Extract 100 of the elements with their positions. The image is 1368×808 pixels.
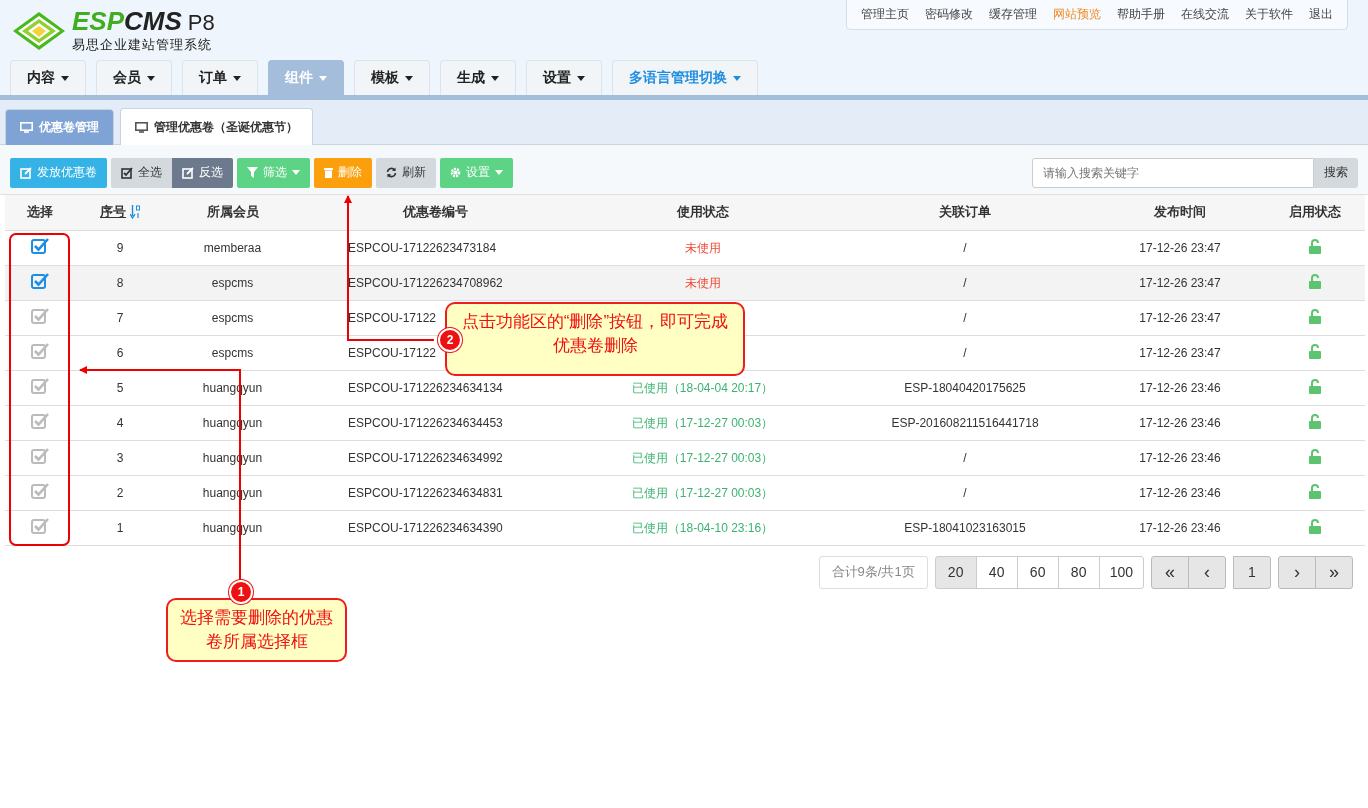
- column-header: 关联订单: [939, 204, 991, 220]
- unlocked-icon[interactable]: [1309, 448, 1321, 464]
- search-button[interactable]: 搜索: [1314, 157, 1358, 188]
- checkbox[interactable]: [31, 447, 49, 465]
- top-link[interactable]: 关于软件: [1237, 6, 1301, 23]
- checkbox[interactable]: [31, 412, 49, 430]
- caret-icon: [577, 75, 585, 81]
- previous-page-button[interactable]: ‹: [1188, 555, 1226, 589]
- brand-name: ESPCMS: [72, 8, 182, 34]
- checkbox[interactable]: [31, 272, 49, 290]
- table-cell: ESPCOU-171226234634992: [348, 450, 503, 465]
- nav-menu-tab[interactable]: 订单: [182, 60, 258, 95]
- table-cell: /: [963, 485, 967, 500]
- table-cell: 1: [116, 520, 124, 535]
- filter-icon: [247, 167, 258, 178]
- status-text: 已使用（17-12-27 00:03）: [631, 485, 774, 500]
- table-cell: ESP-201608211516441718: [891, 415, 1039, 430]
- checkbox-icon: [121, 166, 133, 179]
- table-cell: 17-12-26 23:47: [1139, 345, 1221, 360]
- table-cell: /: [963, 450, 967, 465]
- caret-icon: [733, 75, 741, 81]
- table-cell: 6: [116, 345, 124, 360]
- caret-icon: [495, 170, 503, 175]
- unlocked-icon[interactable]: [1309, 483, 1321, 499]
- page-size-button[interactable]: 40: [975, 555, 1018, 589]
- column-header: 发布时间: [1154, 204, 1206, 220]
- step-number: 1: [229, 580, 253, 604]
- caret-icon: [319, 75, 327, 81]
- top-link[interactable]: 退出: [1301, 6, 1341, 23]
- checkbox[interactable]: [31, 482, 49, 500]
- checkbox[interactable]: [31, 237, 49, 255]
- status-text: 未使用: [684, 240, 721, 255]
- page-button[interactable]: 1: [1233, 555, 1271, 589]
- top-link[interactable]: 管理主页: [853, 6, 917, 23]
- checkbox[interactable]: [31, 342, 49, 360]
- first-page-button[interactable]: «: [1151, 555, 1189, 589]
- page-size-button[interactable]: 20: [934, 555, 977, 589]
- table-cell: 17-12-26 23:46: [1139, 485, 1221, 500]
- sort-icon[interactable]: [130, 205, 140, 220]
- search-field[interactable]: 请输入搜索关键字: [1032, 157, 1314, 188]
- table-cell: 17-12-26 23:46: [1139, 380, 1221, 395]
- page-size-button[interactable]: 80: [1057, 555, 1100, 589]
- table-cell: 17-12-26 23:47: [1139, 275, 1221, 290]
- table-cell: ESP-18041023163015: [904, 520, 1026, 535]
- top-link[interactable]: 密码修改: [917, 6, 981, 23]
- checkbox[interactable]: [31, 517, 49, 535]
- logo-subtitle: 易思企业建站管理系统: [72, 36, 213, 54]
- table-cell: /: [963, 310, 967, 325]
- checkbox[interactable]: [31, 377, 49, 395]
- table-cell: 17-12-26 23:46: [1139, 520, 1221, 535]
- status-text: 已使用（18-04-10 23:16）: [631, 520, 774, 535]
- status-text: 已使用（17-12-27 00:03）: [631, 450, 774, 465]
- checkbox[interactable]: [31, 307, 49, 325]
- table-cell: ESP-18040420175625: [904, 380, 1026, 395]
- table-cell: /: [963, 345, 967, 360]
- page-size-button[interactable]: 100: [1098, 555, 1144, 589]
- top-link[interactable]: 缓存管理: [981, 6, 1045, 23]
- monitor-icon: [20, 122, 33, 133]
- table-cell: memberaa: [203, 240, 262, 255]
- edit-icon: [182, 166, 194, 179]
- caret-icon: [61, 75, 69, 81]
- edit-icon: [20, 166, 32, 179]
- trash-icon: [324, 167, 333, 178]
- nav-menu-tab[interactable]: 生成: [440, 60, 516, 95]
- toolbar-button[interactable]: 全选: [111, 157, 172, 188]
- version-label: P8: [187, 10, 215, 36]
- caret-icon: [147, 75, 155, 81]
- unlocked-icon[interactable]: [1309, 238, 1321, 254]
- step-number: 2: [438, 328, 462, 352]
- unlocked-icon[interactable]: [1309, 308, 1321, 324]
- table-cell: ESPCOU-171226234708962: [348, 275, 503, 290]
- page-tab[interactable]: 管理优惠卷（圣诞优惠节）: [120, 108, 313, 145]
- top-link[interactable]: 帮助手册: [1109, 6, 1173, 23]
- unlocked-icon[interactable]: [1309, 518, 1321, 534]
- next-page-button[interactable]: ›: [1278, 555, 1316, 589]
- nav-menu-tab[interactable]: 模板: [354, 60, 430, 95]
- table-cell: ESPCOU-17122: [348, 310, 437, 325]
- table-cell: espcms: [211, 345, 254, 360]
- table-cell: ESPCOU-171226234634453: [348, 415, 503, 430]
- nav-menu-tab[interactable]: 会员: [96, 60, 172, 95]
- annotation-callout: 选择需要删除的优惠卷所属选择框: [166, 598, 347, 662]
- nav-menu-tab[interactable]: 设置: [526, 60, 602, 95]
- nav-menu-tab[interactable]: 内容: [10, 60, 86, 95]
- table-cell: espcms: [211, 275, 254, 290]
- page-summary: 合计9条/共1页: [818, 555, 928, 589]
- column-header: 所属会员: [206, 204, 259, 220]
- toolbar-button[interactable]: 反选: [172, 157, 233, 188]
- unlocked-icon[interactable]: [1309, 413, 1321, 429]
- table-cell: 17-12-26 23:47: [1139, 240, 1221, 255]
- table-cell: ESPCOU-17122: [348, 345, 437, 360]
- table-cell: ESPCOU-171226234634831: [348, 485, 503, 500]
- last-page-button[interactable]: »: [1315, 555, 1353, 589]
- page-size-button[interactable]: 60: [1016, 555, 1059, 589]
- logo-icon: [12, 11, 66, 51]
- unlocked-icon[interactable]: [1309, 343, 1321, 359]
- unlocked-icon[interactable]: [1309, 273, 1321, 289]
- caret-icon: [491, 75, 499, 81]
- top-link[interactable]: 在线交流: [1173, 6, 1237, 23]
- unlocked-icon[interactable]: [1309, 378, 1321, 394]
- toolbar-button[interactable]: 刷新: [376, 157, 436, 188]
